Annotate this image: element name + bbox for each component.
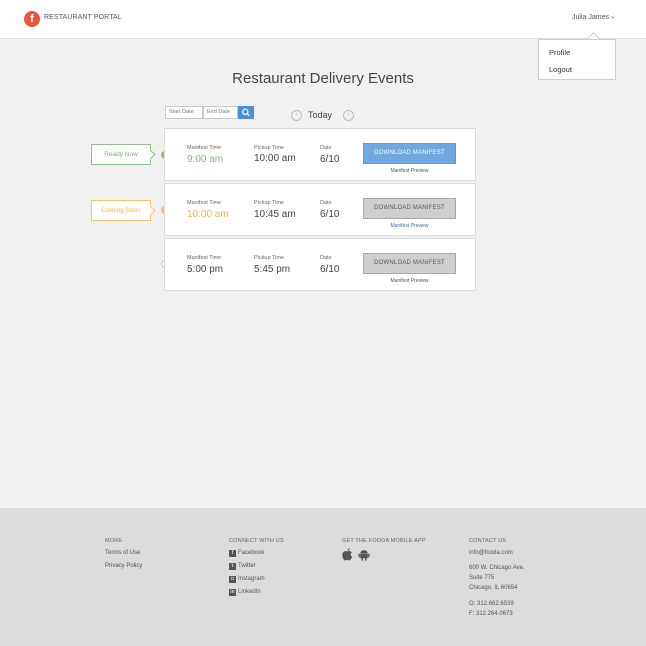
event-card: Manifest Time 10:00 am Pickup Time 10:45…	[164, 183, 476, 236]
twitter-icon: t	[229, 563, 236, 570]
download-manifest-button[interactable]: DOWNLOAD MANIFEST	[363, 253, 456, 274]
start-date-input[interactable]: Start Date	[165, 106, 203, 119]
instagram-link[interactable]: Instagram	[238, 576, 265, 582]
download-manifest-button[interactable]: DOWNLOAD MANIFEST	[363, 143, 456, 164]
manifest-preview-link[interactable]: Manifest Preview	[363, 278, 456, 284]
android-icon[interactable]	[358, 549, 370, 561]
menu-item-profile[interactable]: Profile	[549, 48, 570, 57]
end-date-input[interactable]: End Date	[203, 106, 238, 119]
facebook-link[interactable]: Facebook	[238, 550, 264, 556]
address-line: Chicago, IL 60654	[469, 585, 518, 591]
linkedin-icon: in	[229, 589, 236, 596]
brand-title: RESTAURANT PORTAL	[44, 14, 122, 21]
manifest-time-label: Manifest Time	[187, 200, 222, 206]
date-value: 6/10	[320, 154, 340, 165]
address-line: 600 W. Chicago Ave.	[469, 565, 525, 571]
event-card: Manifest Time 9:00 am Pickup Time 10:00 …	[164, 128, 476, 181]
pickup-time-label: Pickup Time	[254, 200, 284, 206]
footer-app-heading: GET THE FOODA MOBILE APP	[342, 538, 426, 544]
next-day-button[interactable]: ›	[343, 110, 354, 121]
pickup-time-value: 5:45 pm	[254, 264, 291, 275]
facebook-icon: f	[229, 550, 236, 557]
pickup-time-label: Pickup Time	[254, 255, 284, 261]
footer-more-heading: MORE	[105, 538, 123, 544]
privacy-policy-link[interactable]: Privacy Policy	[105, 563, 142, 569]
manifest-preview-link[interactable]: Manifest Preview	[363, 168, 456, 174]
top-header: f RESTAURANT PORTAL Julia James ⌄	[0, 0, 646, 39]
pickup-time-value: 10:45 am	[254, 209, 296, 220]
fooda-logo-icon[interactable]: f	[24, 11, 40, 27]
contact-email-link[interactable]: info@fooda.com	[469, 550, 513, 556]
apple-icon[interactable]	[342, 548, 353, 561]
manifest-time-label: Manifest Time	[187, 145, 222, 151]
manifest-time-value: 5:00 pm	[187, 264, 224, 275]
search-icon	[242, 108, 250, 117]
status-tag-ready-now: Ready Now	[91, 144, 151, 165]
user-menu-name[interactable]: Julia James	[572, 14, 609, 21]
date-label: Date	[320, 200, 332, 206]
footer-contact-heading: CONTACT US	[469, 538, 507, 544]
contact-phone: O: 312.662.6539	[469, 601, 514, 607]
date-value: 6/10	[320, 209, 340, 220]
manifest-time-value: 9:00 am	[187, 154, 224, 165]
current-day-label: Today	[308, 110, 333, 120]
linkedin-link[interactable]: LinkedIn	[238, 589, 261, 595]
event-card: Manifest Time 5:00 pm Pickup Time 5:45 p…	[164, 238, 476, 291]
pickup-time-value: 10:00 am	[254, 153, 296, 164]
site-footer: MORE Terms of Use Privacy Policy CONNECT…	[0, 508, 646, 646]
manifest-preview-link[interactable]: Manifest Preview	[363, 223, 456, 229]
date-value: 6/10	[320, 264, 340, 275]
manifest-time-value: 10:00 am	[187, 209, 229, 220]
date-search-button[interactable]	[238, 106, 254, 119]
footer-connect-heading: CONNECT WITH US	[229, 538, 284, 544]
date-label: Date	[320, 255, 332, 261]
download-manifest-button[interactable]: DOWNLOAD MANIFEST	[363, 198, 456, 219]
address-line: Suite 775	[469, 575, 495, 581]
contact-fax: F: 312.264.0673	[469, 611, 513, 617]
manifest-time-label: Manifest Time	[187, 255, 222, 261]
status-tag-coming-soon: Coming Soon	[91, 200, 151, 221]
terms-of-use-link[interactable]: Terms of Use	[105, 550, 140, 556]
date-label: Date	[320, 145, 332, 151]
pickup-time-label: Pickup Time	[254, 145, 284, 151]
twitter-link[interactable]: Twitter	[238, 563, 256, 569]
page-title: Restaurant Delivery Events	[232, 70, 414, 87]
instagram-icon: ◘	[229, 576, 236, 583]
chevron-down-icon[interactable]: ⌄	[610, 12, 616, 20]
prev-day-button[interactable]: ‹	[291, 110, 302, 121]
